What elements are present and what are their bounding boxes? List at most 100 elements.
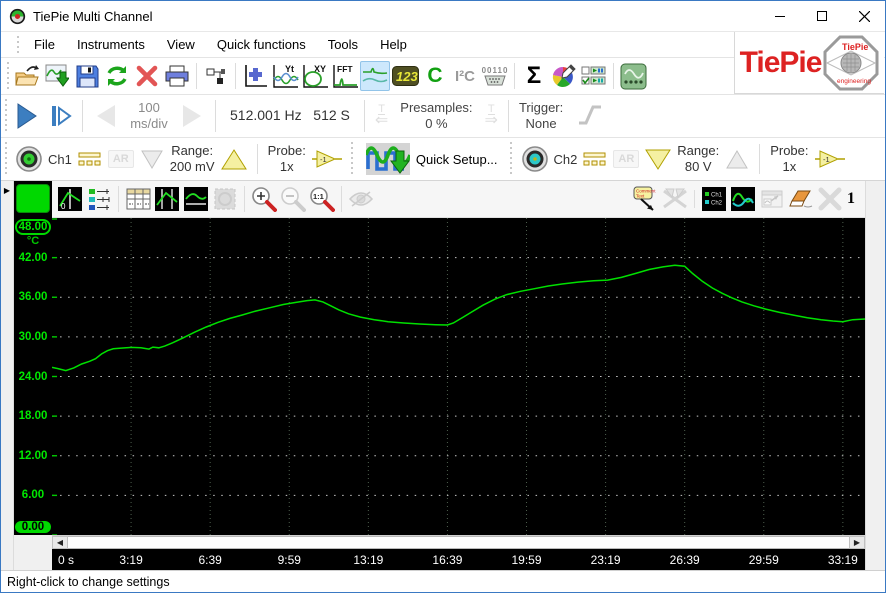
y-axis-label[interactable]: 48.00: [15, 219, 51, 235]
maximize-button[interactable]: [801, 1, 843, 31]
ch2-coupling-icon[interactable]: [583, 152, 607, 167]
y-axis-label[interactable]: 18.00: [14, 410, 52, 422]
trace-ch1[interactable]: [52, 265, 865, 370]
zoom-one-to-one-button[interactable]: 1:1: [308, 185, 336, 213]
zoom-region-button[interactable]: [211, 185, 239, 213]
oneshot-button[interactable]: [44, 99, 78, 133]
ch2-autorange-button[interactable]: AR: [613, 150, 639, 168]
close-button[interactable]: [843, 1, 885, 31]
y-axis-label[interactable]: 36.00: [14, 291, 52, 303]
delete-comment-button[interactable]: [661, 185, 689, 213]
save-icon: [76, 65, 99, 88]
meter-display-button[interactable]: 123: [390, 61, 420, 91]
y-axis-label[interactable]: 30.00: [14, 331, 52, 343]
ch2-probe-button[interactable]: -1: [815, 149, 845, 169]
ch2-range-up-button[interactable]: [725, 149, 749, 170]
x-axis-label: 33:19: [828, 553, 858, 567]
c-compiler-button[interactable]: C: [420, 61, 450, 91]
y-axis-label[interactable]: 24.00: [14, 371, 52, 383]
ch2-range-value: 80 V: [677, 159, 719, 175]
menu-item-tools[interactable]: Tools: [318, 34, 368, 55]
color-scheme-button[interactable]: [549, 61, 579, 91]
open-folder-icon: [14, 65, 40, 87]
clear-graph-button[interactable]: [816, 185, 844, 213]
xy-graph-icon: XY: [301, 63, 329, 90]
presamples-display[interactable]: Presamples: 0 %: [394, 100, 478, 133]
eraser-button[interactable]: [787, 185, 815, 213]
waveform-view-button[interactable]: [729, 185, 757, 213]
ch2-range-down-button[interactable]: [645, 148, 671, 171]
sum-button[interactable]: Σ: [519, 61, 549, 91]
svg-text:0: 0: [61, 202, 66, 211]
horizontal-cursors-button[interactable]: [182, 185, 210, 213]
expander-arrow-icon: ▶: [4, 186, 10, 195]
object-tree-button[interactable]: [201, 61, 231, 91]
scroll-right-button[interactable]: ▶: [849, 536, 865, 550]
print-button[interactable]: [162, 61, 192, 91]
add-graph-button[interactable]: [240, 61, 270, 91]
menu-item-quick-functions[interactable]: Quick functions: [207, 34, 316, 55]
i2c-button[interactable]: I²C: [450, 61, 480, 91]
ch1-bnc-icon[interactable]: [16, 146, 42, 172]
ch1-range-up-button[interactable]: [221, 148, 247, 171]
ch1-coupling-icon[interactable]: [78, 152, 102, 167]
trigger-label: Trigger:: [519, 100, 563, 116]
program-list-button[interactable]: [579, 61, 609, 91]
scroll-left-button[interactable]: ◀: [52, 536, 68, 550]
sample-frequency-display[interactable]: 512.001 Hz 512 S: [220, 107, 360, 125]
y-axis-label[interactable]: 42.00: [14, 252, 52, 264]
instrument-button[interactable]: [618, 61, 648, 91]
y-axis-label[interactable]: 12.00: [14, 450, 52, 462]
start-button[interactable]: [10, 99, 44, 133]
xy-graph-button[interactable]: XY: [300, 61, 330, 91]
serial-port-button[interactable]: 00110: [480, 61, 510, 91]
presamples-decrease-button[interactable]: T ⇐: [369, 105, 394, 128]
menu-item-instruments[interactable]: Instruments: [67, 34, 155, 55]
menu-item-view[interactable]: View: [157, 34, 205, 55]
ch1-probe-label: Probe:: [268, 143, 306, 159]
quick-setup-label: Quick Setup...: [416, 152, 498, 167]
timebase-decrease-button[interactable]: [87, 99, 123, 133]
minimize-button[interactable]: [759, 1, 801, 31]
active-graph-button[interactable]: [360, 61, 390, 91]
delete-button[interactable]: [132, 61, 162, 91]
toolbar-separator: [118, 186, 119, 212]
quick-setup-button[interactable]: Quick Setup...: [357, 140, 507, 178]
trigger-display[interactable]: Trigger: None: [513, 100, 569, 133]
vertical-cursors-button[interactable]: [153, 185, 181, 213]
refresh-button[interactable]: [102, 61, 132, 91]
zoom-out-button[interactable]: [279, 185, 307, 213]
y-axis-label[interactable]: 0.00: [15, 521, 51, 533]
timebase-increase-button[interactable]: [175, 99, 211, 133]
scrollbar-thumb[interactable]: [68, 536, 849, 550]
add-comment-button[interactable]: Comment Text: [632, 185, 660, 213]
serial-bits-label: 00110: [482, 66, 509, 75]
object-tree-expander[interactable]: ▶: [1, 181, 14, 570]
zoom-in-button[interactable]: [250, 185, 278, 213]
menu-item-file[interactable]: File: [24, 34, 65, 55]
yt-graph-button[interactable]: Yt: [270, 61, 300, 91]
open-in-window-button[interactable]: [758, 185, 786, 213]
data-table-button[interactable]: [124, 185, 152, 213]
timebase-display[interactable]: 100 ms/div: [123, 100, 175, 133]
menu-item-help[interactable]: Help: [370, 34, 417, 55]
open-button[interactable]: [12, 61, 42, 91]
fft-graph-button[interactable]: FFT: [330, 61, 360, 91]
ch2-range-label: Range:: [677, 143, 719, 159]
plot-area[interactable]: [52, 218, 865, 535]
axis-origin-button[interactable]: 0: [56, 185, 84, 213]
ch2-bnc-icon[interactable]: [522, 146, 548, 172]
presamples-increase-button[interactable]: T ⇒: [479, 105, 504, 128]
legend-button[interactable]: Ch1 Ch2: [700, 185, 728, 213]
hide-source-button[interactable]: [347, 185, 375, 213]
ch1-autorange-button[interactable]: AR: [108, 150, 134, 168]
trigger-slope-button[interactable]: [569, 104, 611, 129]
y-axis-label[interactable]: 6.00: [14, 489, 52, 501]
save-button[interactable]: [72, 61, 102, 91]
ch1-probe-button[interactable]: -1: [312, 149, 342, 169]
import-data-button[interactable]: [42, 61, 72, 91]
axis-channel-button[interactable]: [16, 184, 50, 213]
source-axes-button[interactable]: [85, 185, 113, 213]
ch1-range-down-button[interactable]: [140, 149, 164, 170]
horizontal-scrollbar[interactable]: ◀ ▶: [52, 535, 865, 550]
